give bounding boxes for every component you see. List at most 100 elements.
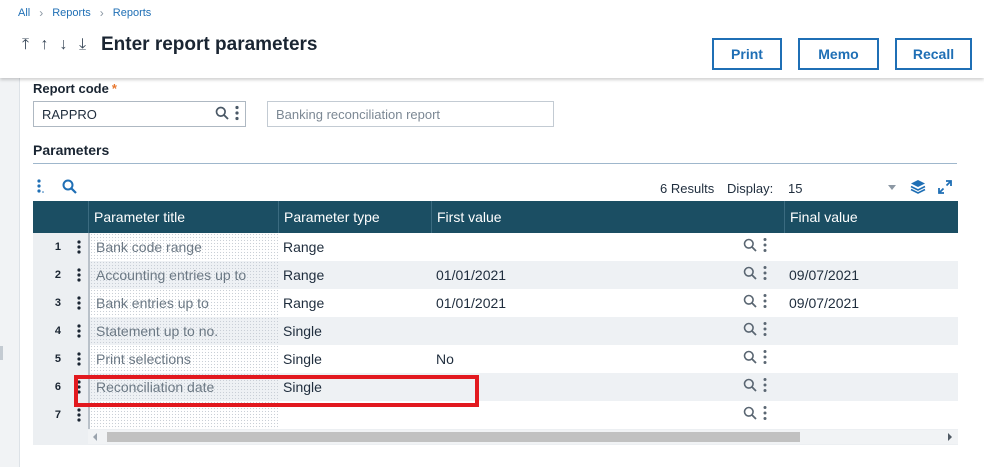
display-count-select[interactable]: 15	[784, 178, 900, 198]
first-value-cell[interactable]	[431, 401, 731, 429]
next-record-icon[interactable]: ↓	[56, 36, 71, 54]
table-row[interactable]: 1 Bank code range Range	[33, 233, 958, 261]
column-header-parameter-type[interactable]: Parameter type	[278, 201, 431, 233]
row-menu-icon[interactable]	[69, 317, 88, 345]
report-code-field[interactable]: RAPPRO	[33, 101, 246, 127]
table-row[interactable]: 4 Statement up to no. Single	[33, 317, 958, 345]
more-options-icon[interactable]	[763, 237, 767, 253]
search-icon[interactable]	[743, 294, 757, 308]
row-number: 2	[33, 261, 69, 289]
record-navigation: ⤒ ↑ ↓ ⤓	[18, 36, 90, 54]
search-icon[interactable]	[743, 406, 757, 420]
expand-icon[interactable]	[938, 180, 952, 194]
first-value-cell[interactable]: No	[431, 345, 731, 373]
horizontal-scrollbar[interactable]	[33, 430, 958, 444]
recall-button[interactable]: Recall	[895, 38, 972, 70]
more-options-icon[interactable]	[763, 265, 767, 281]
first-value-cell[interactable]: 01/01/2021	[431, 261, 731, 289]
last-record-icon[interactable]: ⤓	[75, 36, 90, 54]
more-options-icon[interactable]	[235, 105, 239, 121]
row-number: 1	[33, 233, 69, 261]
column-header-first-value[interactable]: First value	[431, 201, 784, 233]
grid-toolbar-right	[910, 179, 952, 195]
parameter-type-cell	[278, 401, 431, 429]
row-menu-icon[interactable]	[69, 401, 88, 429]
more-options-icon[interactable]	[763, 405, 767, 421]
final-value-cell[interactable]	[784, 233, 958, 261]
print-button[interactable]: Print	[712, 38, 782, 70]
final-value-cell[interactable]	[784, 373, 958, 401]
more-options-icon[interactable]	[763, 349, 767, 365]
report-code-label: Report code *	[33, 81, 117, 96]
table-header: Parameter title Parameter type First val…	[33, 201, 958, 233]
table-row[interactable]: 5 Print selections Single No	[33, 345, 958, 373]
parameter-type-cell: Range	[283, 295, 325, 311]
panel-handle[interactable]	[0, 346, 3, 360]
page-header: All › Reports › Reports ⤒ ↑ ↓ ⤓ Enter re…	[0, 0, 984, 78]
breadcrumb-all[interactable]: All	[18, 7, 30, 19]
parameters-section-title: Parameters	[33, 142, 110, 158]
scroll-left-icon[interactable]	[93, 433, 97, 441]
parameter-title-cell: Accounting entries up to	[88, 261, 278, 289]
first-value-cell[interactable]	[431, 233, 731, 261]
table-row[interactable]: 3 Bank entries up to Range 01/01/2021 09…	[33, 289, 958, 317]
caret-down-icon	[888, 185, 896, 190]
column-header-final-value[interactable]: Final value	[784, 201, 958, 233]
row-menu-icon[interactable]	[69, 373, 88, 401]
memo-button[interactable]: Memo	[798, 38, 879, 70]
first-record-icon[interactable]: ⤒	[18, 36, 33, 54]
table-row[interactable]: 2 Accounting entries up to Range 01/01/2…	[33, 261, 958, 289]
layers-icon[interactable]	[910, 179, 926, 195]
results-count: 6 Results	[660, 181, 715, 196]
first-value-cell[interactable]	[431, 373, 731, 401]
row-menu-icon[interactable]	[69, 289, 88, 317]
scrollbar-thumb[interactable]	[107, 432, 800, 442]
first-value-cell[interactable]: 01/01/2021	[431, 289, 731, 317]
scroll-right-icon[interactable]	[948, 433, 952, 441]
row-menu-icon[interactable]	[69, 261, 88, 289]
previous-record-icon[interactable]: ↑	[37, 36, 52, 54]
more-options-icon[interactable]	[763, 321, 767, 337]
search-icon[interactable]	[743, 350, 757, 364]
row-menu-icon[interactable]	[69, 345, 88, 373]
row-number: 5	[33, 345, 69, 373]
parameter-title-cell: Bank entries up to	[88, 289, 278, 317]
parameter-type-cell: Range	[283, 239, 325, 255]
report-code-value: RAPPRO	[42, 107, 97, 122]
display-count-value: 15	[788, 181, 803, 196]
breadcrumb-reports-current[interactable]: Reports	[113, 7, 152, 19]
chevron-right-icon: ›	[39, 6, 44, 20]
section-divider	[33, 163, 957, 164]
left-panel-strip	[0, 78, 20, 467]
breadcrumb-reports[interactable]: Reports	[52, 7, 91, 19]
table-row[interactable]: 7	[33, 401, 958, 429]
more-options-icon[interactable]	[763, 293, 767, 309]
more-options-icon[interactable]	[763, 377, 767, 393]
column-header-parameter-title[interactable]: Parameter title	[88, 201, 278, 233]
grid-search-icon[interactable]	[62, 179, 77, 194]
search-icon[interactable]	[743, 266, 757, 280]
report-code-label-text: Report code	[33, 81, 109, 96]
table-row[interactable]: 6 Reconciliation date Single	[33, 373, 958, 401]
grid-toolbar-left	[36, 178, 77, 194]
search-icon[interactable]	[743, 322, 757, 336]
final-value-cell[interactable]	[784, 401, 958, 429]
parameter-type-cell: Single	[283, 379, 322, 395]
final-value-cell[interactable]: 09/07/2021	[784, 261, 958, 289]
parameter-title-cell: Print selections	[88, 345, 278, 373]
row-menu-icon[interactable]	[69, 233, 88, 261]
row-number: 7	[33, 401, 69, 429]
breadcrumb: All › Reports › Reports	[18, 6, 151, 20]
first-value-cell[interactable]	[431, 317, 731, 345]
page-title: Enter report parameters	[101, 34, 318, 55]
search-icon[interactable]	[215, 106, 229, 120]
parameter-title-cell: Statement up to no.	[88, 317, 278, 345]
row-number: 3	[33, 289, 69, 317]
final-value-cell[interactable]	[784, 317, 958, 345]
search-icon[interactable]	[743, 378, 757, 392]
final-value-cell[interactable]: 09/07/2021	[784, 289, 958, 317]
grid-menu-icon[interactable]	[36, 178, 44, 194]
search-icon[interactable]	[743, 238, 757, 252]
final-value-cell[interactable]	[784, 345, 958, 373]
parameters-table: Parameter title Parameter type First val…	[33, 201, 958, 445]
